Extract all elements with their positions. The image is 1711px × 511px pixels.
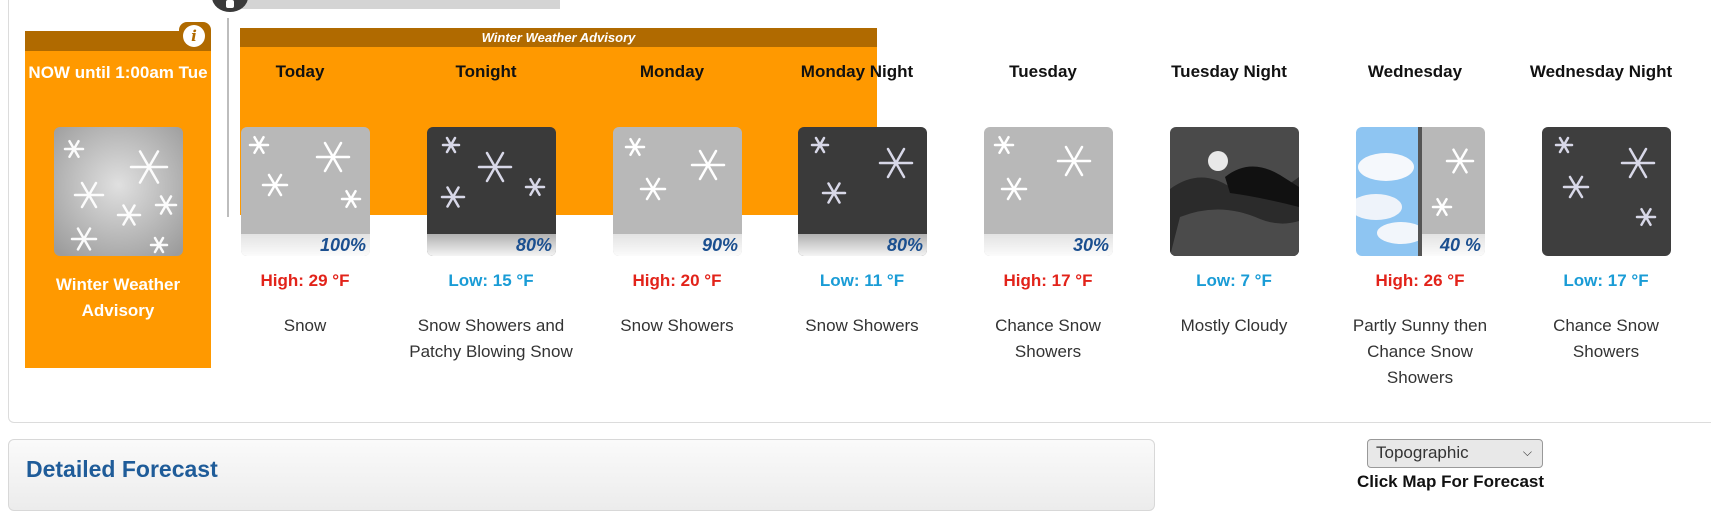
short-forecast: Snow Showers bbox=[620, 316, 734, 335]
temperature: Low: 17 °F bbox=[1563, 271, 1649, 290]
advisory-banner[interactable]: Winter Weather Advisory bbox=[240, 28, 877, 47]
click-map-label: Click Map For Forecast bbox=[1357, 472, 1545, 491]
temperature: High: 26 °F bbox=[1375, 271, 1465, 290]
short-forecast: Snow Showers and Patchy Blowing Snow bbox=[409, 316, 573, 361]
snow-icon: 100% bbox=[241, 127, 370, 256]
detailed-forecast-title: Detailed Forecast bbox=[26, 456, 218, 482]
precip-chance: 40 % bbox=[1422, 234, 1485, 256]
short-forecast: Snow bbox=[283, 316, 327, 335]
temperature: High: 20 °F bbox=[632, 271, 722, 290]
period-wednesday-night[interactable]: Wednesday Night Low: 17 °F Chance Snow S… bbox=[1521, 59, 1681, 361]
period-wednesday[interactable]: Wednesday 40 % High: 26 °F Partly Sunny … bbox=[1335, 59, 1495, 387]
temperature: Low: 11 °F bbox=[819, 271, 905, 290]
snow-icon bbox=[54, 127, 183, 256]
info-icon[interactable]: i bbox=[183, 25, 205, 47]
temperature: Low: 15 °F bbox=[448, 271, 534, 290]
precip-chance: 100% bbox=[241, 234, 370, 256]
short-forecast: Chance Snow Showers bbox=[995, 316, 1101, 361]
now-advisory-label[interactable]: Winter Weather Advisory bbox=[25, 272, 211, 324]
period-name: Monday bbox=[639, 62, 705, 81]
period-monday[interactable]: Monday 90% High: 20 °F Snow Showers bbox=[592, 59, 752, 335]
period-name: Wednesday bbox=[1367, 62, 1463, 81]
period-name: Tonight bbox=[455, 62, 517, 81]
precip-chance: 80% bbox=[798, 234, 927, 256]
sun-snow-icon: 40 % bbox=[1356, 127, 1485, 256]
period-name: Wednesday Night bbox=[1529, 62, 1673, 81]
period-today[interactable]: Today 100% High: 29 °F Snow bbox=[220, 59, 380, 335]
period-name: Tuesday Night bbox=[1171, 62, 1287, 81]
short-forecast: Snow Showers bbox=[805, 316, 919, 335]
detailed-forecast-header: Detailed Forecast bbox=[8, 439, 1155, 511]
snow-night-icon: 80% bbox=[798, 127, 927, 256]
period-tuesday-night[interactable]: Tuesday Night Low: 7 °F Mostly Cloudy bbox=[1149, 59, 1309, 335]
snow-night-icon: 80% bbox=[427, 127, 556, 256]
divider bbox=[227, 18, 229, 217]
temperature: High: 29 °F bbox=[260, 271, 350, 290]
period-name: Today bbox=[275, 62, 325, 81]
short-forecast: Chance Snow Showers bbox=[1553, 316, 1659, 361]
short-forecast: Partly Sunny then Chance Snow Showers bbox=[1352, 316, 1488, 387]
snow-icon: 30% bbox=[984, 127, 1113, 256]
period-tonight[interactable]: Tonight 80% Low: 15 °F Snow Showers and … bbox=[406, 59, 572, 361]
precip-chance: 80% bbox=[427, 234, 556, 256]
snow-icon: 90% bbox=[613, 127, 742, 256]
precip-chance: 30% bbox=[984, 234, 1113, 256]
now-title: NOW until 1:00am Tue bbox=[28, 63, 208, 82]
cloudy-night-icon bbox=[1170, 127, 1299, 256]
precip-chance: 90% bbox=[613, 234, 742, 256]
short-forecast: Mostly Cloudy bbox=[1180, 316, 1288, 335]
period-tuesday[interactable]: Tuesday 30% High: 17 °F Chance Snow Show… bbox=[963, 59, 1123, 361]
period-name: Tuesday bbox=[1009, 62, 1077, 81]
snow-night-icon bbox=[1542, 127, 1671, 256]
period-name: Monday Night bbox=[800, 62, 914, 81]
temperature: High: 17 °F bbox=[1003, 271, 1093, 290]
period-monday-night[interactable]: Monday Night 80% Low: 11 °F Snow Showers bbox=[777, 59, 937, 335]
map-type-value: Topographic bbox=[1376, 443, 1469, 462]
chevron-down-icon: ⌵ bbox=[1522, 445, 1532, 459]
map-type-select[interactable]: Topographic ⌵ bbox=[1367, 439, 1543, 468]
temperature: Low: 7 °F bbox=[1196, 271, 1272, 290]
